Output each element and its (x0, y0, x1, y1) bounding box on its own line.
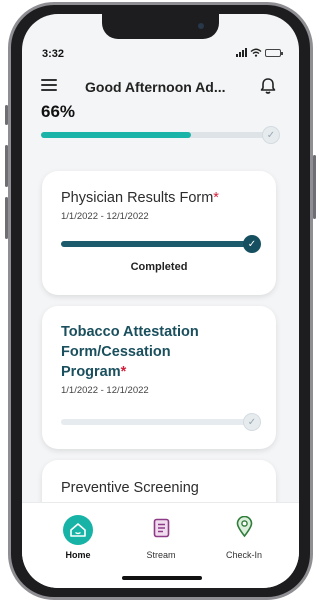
camera (198, 23, 204, 29)
volume-up-button (5, 145, 8, 187)
card-date-range: 1/1/2022 - 12/1/2022 (61, 211, 149, 222)
bell-icon[interactable] (258, 76, 278, 96)
pending-check-icon: ✓ (243, 413, 261, 431)
overall-progress-label: 66% (41, 102, 76, 121)
form-card-tobacco-attestation[interactable]: Tobacco Attestation Form/Cessation Progr… (42, 306, 276, 449)
overall-check-icon: ✓ (262, 126, 280, 144)
notch (102, 14, 219, 39)
card-progress-bar (61, 419, 249, 425)
home-icon (63, 515, 93, 545)
home-indicator (122, 576, 202, 580)
completed-check-icon: ✓ (243, 235, 261, 253)
card-date-range: 1/1/2022 - 12/1/2022 (61, 385, 149, 396)
required-marker: * (213, 190, 219, 206)
power-button (313, 155, 316, 219)
volume-down-button (5, 197, 8, 239)
battery-icon (265, 48, 283, 57)
card-title-line: Form/Cessation (61, 344, 171, 360)
greeting-title: Good Afternoon Ad... (85, 79, 226, 95)
overall-progress-fill (41, 132, 191, 138)
card-status: Completed (130, 261, 188, 273)
tab-label: Stream (146, 550, 176, 560)
required-marker: * (120, 364, 127, 380)
location-pin-icon (236, 516, 253, 538)
wifi-icon (250, 48, 262, 57)
app-screen: 3:32 Good Afternoon Ad... 66% ✓ Physicia… (22, 14, 299, 588)
status-icons (236, 48, 283, 57)
mute-switch (5, 105, 8, 125)
status-time: 3:32 (42, 48, 65, 60)
card-title-text: Physician Results Form (61, 190, 214, 206)
form-card-physician-results[interactable]: Physician Results Form* 1/1/2022 - 12/1/… (42, 171, 276, 295)
tab-label: Home (65, 550, 91, 560)
app-header: Good Afternoon Ad... (22, 72, 299, 102)
card-title: Tobacco Attestation Form/Cessation Progr… (61, 322, 199, 382)
card-title: Preventive Screening (61, 480, 199, 496)
tab-label: Check-In (225, 550, 262, 560)
menu-icon[interactable] (41, 79, 57, 92)
document-icon (153, 518, 170, 538)
status-bar: 3:32 (22, 46, 299, 62)
card-title: Physician Results Form* (61, 190, 219, 206)
card-title-line: Program (61, 364, 121, 380)
bottom-tab-bar: Home Stream Check-In (22, 502, 299, 588)
card-title-line: Tobacco Attestation (61, 324, 199, 340)
overall-progress-bar (41, 132, 268, 138)
card-progress-bar (61, 241, 249, 247)
card-progress-fill (61, 241, 249, 247)
signal-icon (236, 48, 247, 57)
